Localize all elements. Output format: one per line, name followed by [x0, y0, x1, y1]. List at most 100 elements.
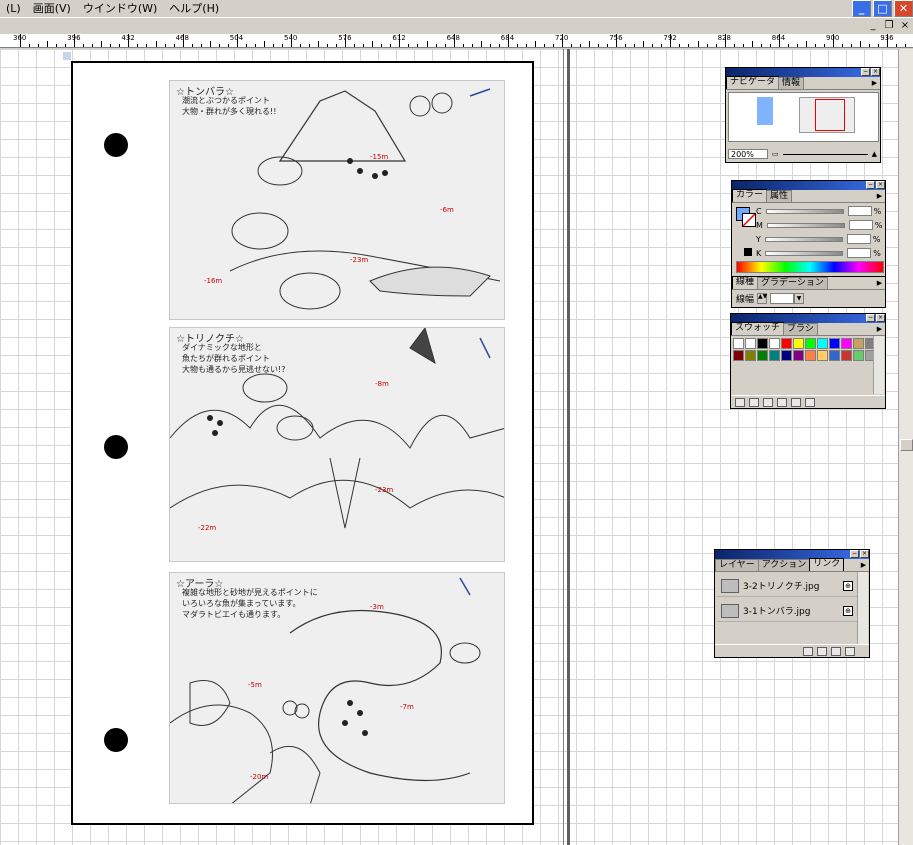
navigator-preview[interactable]	[728, 92, 879, 142]
color-swatch[interactable]	[745, 350, 756, 361]
goto-link-icon[interactable]	[817, 646, 827, 656]
channel-value[interactable]	[847, 248, 872, 258]
scrollbar-thumb[interactable]	[900, 439, 913, 451]
color-swatch[interactable]	[841, 350, 852, 361]
palette-menu-icon[interactable]: ▶	[870, 78, 879, 88]
tab-info[interactable]: 情報	[778, 77, 805, 89]
show-gradient-icon[interactable]	[763, 397, 773, 407]
color-swatch[interactable]	[853, 338, 864, 349]
palette-minimize-button[interactable]: −	[866, 314, 875, 322]
color-swatch[interactable]	[841, 338, 852, 349]
color-swatch[interactable]	[853, 350, 864, 361]
color-swatch[interactable]	[793, 350, 804, 361]
close-button[interactable]: ✕	[894, 0, 913, 17]
swatch-library-icon[interactable]	[735, 397, 745, 407]
trash-icon[interactable]	[805, 397, 815, 407]
doc-minimize-button[interactable]: _	[865, 19, 881, 33]
color-swatch[interactable]	[781, 338, 792, 349]
artboard-canvas[interactable]: ☆トンバラ☆ 潮流とぶつかるポイント 大物・群れが多く現れる!! -15m -6…	[0, 49, 898, 845]
tab-attributes[interactable]: 属性	[766, 190, 793, 202]
channel-value[interactable]	[846, 234, 871, 244]
channel-value[interactable]	[848, 220, 873, 230]
channel-slider[interactable]	[764, 236, 843, 242]
link-icon[interactable]: ⊕	[843, 580, 853, 591]
palette-close-button[interactable]: ×	[876, 181, 885, 189]
swatches-scrollbar[interactable]	[873, 336, 884, 394]
channel-slider[interactable]	[765, 208, 844, 214]
dive-map-photo-tonbara[interactable]: ☆トンバラ☆ 潮流とぶつかるポイント 大物・群れが多く現れる!! -15m -6…	[169, 80, 505, 320]
menu-item-help[interactable]: ヘルプ(H)	[163, 0, 225, 18]
palette-close-button[interactable]: ×	[876, 314, 885, 322]
zoom-out-icon[interactable]: ▭	[772, 150, 779, 158]
color-swatch[interactable]	[793, 338, 804, 349]
palette-minimize-button[interactable]: −	[866, 181, 875, 189]
palette-titlebar[interactable]: − ×	[715, 550, 869, 559]
dive-map-photo-aara[interactable]: ☆アーラ☆ 複雑な地形と砂地が見えるポイントに いろいろな魚が集まっています。 …	[169, 572, 505, 804]
vertical-scrollbar[interactable]	[898, 49, 913, 845]
tab-stroke[interactable]: 線種	[732, 276, 759, 289]
color-swatch[interactable]	[829, 338, 840, 349]
channel-slider[interactable]	[765, 250, 844, 256]
zoom-slider[interactable]	[782, 153, 868, 155]
color-swatch[interactable]	[757, 338, 768, 349]
navigator-view-box[interactable]	[815, 99, 845, 131]
relink-icon[interactable]	[803, 646, 813, 656]
links-palette[interactable]: − × レイヤー アクション リンク ▶ 3-2トリノクチ.jpg ⊕ 3-1ト…	[714, 549, 870, 658]
stroke-palette[interactable]: 線種 グラデーション ▶ 線幅 ▲▼ ▼	[731, 276, 886, 308]
dive-map-photo-torinokuchi[interactable]: ☆トリノクチ☆ ダイナミックな地形と 魚たちが群れるポイント 大物も通るから見逃…	[169, 327, 505, 562]
palette-menu-icon[interactable]: ▶	[875, 278, 884, 288]
navigator-palette[interactable]: − × ナビゲータ 情報 ▶ 200% ▭ ▲	[725, 67, 881, 163]
color-swatch[interactable]	[781, 350, 792, 361]
tab-actions[interactable]: アクション	[757, 559, 811, 571]
edit-original-icon[interactable]	[845, 646, 855, 656]
tab-links[interactable]: リンク	[809, 558, 845, 571]
link-icon[interactable]: ⊕	[843, 605, 853, 616]
color-swatch[interactable]	[817, 338, 828, 349]
tab-layers[interactable]: レイヤー	[715, 559, 759, 571]
menu-item-view[interactable]: 画面(V)	[27, 0, 77, 18]
links-scrollbar[interactable]	[857, 572, 868, 644]
channel-slider[interactable]	[766, 222, 845, 228]
palette-close-button[interactable]: ×	[860, 550, 869, 558]
doc-restore-button[interactable]: ❐	[881, 19, 897, 33]
update-link-icon[interactable]	[831, 646, 841, 656]
show-pattern-icon[interactable]	[777, 397, 787, 407]
palette-menu-icon[interactable]: ▶	[875, 191, 884, 201]
color-swatch[interactable]	[769, 350, 780, 361]
color-swatch[interactable]	[817, 350, 828, 361]
stroke-color-swatch[interactable]	[742, 213, 756, 227]
color-swatch[interactable]	[757, 350, 768, 361]
menu-item-l[interactable]: (L)	[0, 0, 27, 18]
zoom-in-icon[interactable]: ▲	[872, 150, 877, 158]
doc-close-button[interactable]: ×	[897, 19, 913, 33]
menu-item-window[interactable]: ウインドウ(W)	[77, 0, 163, 18]
tab-brushes[interactable]: ブラシ	[783, 323, 818, 335]
palette-menu-icon[interactable]: ▶	[875, 324, 884, 334]
color-palette[interactable]: − × カラー 属性 ▶ C % M % Y % K %	[731, 180, 886, 277]
color-spectrum[interactable]	[736, 261, 884, 273]
minimize-button[interactable]: _	[852, 0, 871, 17]
show-color-icon[interactable]	[749, 397, 759, 407]
chevron-down-icon[interactable]: ▼	[794, 293, 805, 304]
link-item[interactable]: 3-2トリノクチ.jpg ⊕	[717, 575, 857, 597]
stroke-weight-stepper[interactable]: ▲▼	[757, 293, 767, 304]
link-item[interactable]: 3-1トンバラ.jpg ⊕	[717, 600, 857, 622]
black-swatch[interactable]	[744, 248, 752, 256]
document-page[interactable]: ☆トンバラ☆ 潮流とぶつかるポイント 大物・群れが多く現れる!! -15m -6…	[71, 61, 534, 825]
color-swatch[interactable]	[745, 338, 756, 349]
color-swatch[interactable]	[805, 350, 816, 361]
color-swatch[interactable]	[733, 350, 744, 361]
stroke-weight-input[interactable]	[770, 293, 795, 304]
tab-gradient[interactable]: グラデーション	[757, 277, 828, 289]
tab-navigator[interactable]: ナビゲータ	[726, 76, 780, 89]
maximize-button[interactable]: □	[873, 0, 892, 17]
palette-minimize-button[interactable]: −	[861, 68, 870, 76]
palette-minimize-button[interactable]: −	[850, 550, 859, 558]
tab-color[interactable]: カラー	[732, 189, 768, 202]
zoom-value[interactable]: 200%	[728, 149, 768, 159]
color-swatch[interactable]	[829, 350, 840, 361]
color-swatch[interactable]	[805, 338, 816, 349]
palette-menu-icon[interactable]: ▶	[859, 560, 868, 570]
palette-close-button[interactable]: ×	[871, 68, 880, 76]
new-swatch-icon[interactable]	[791, 397, 801, 407]
